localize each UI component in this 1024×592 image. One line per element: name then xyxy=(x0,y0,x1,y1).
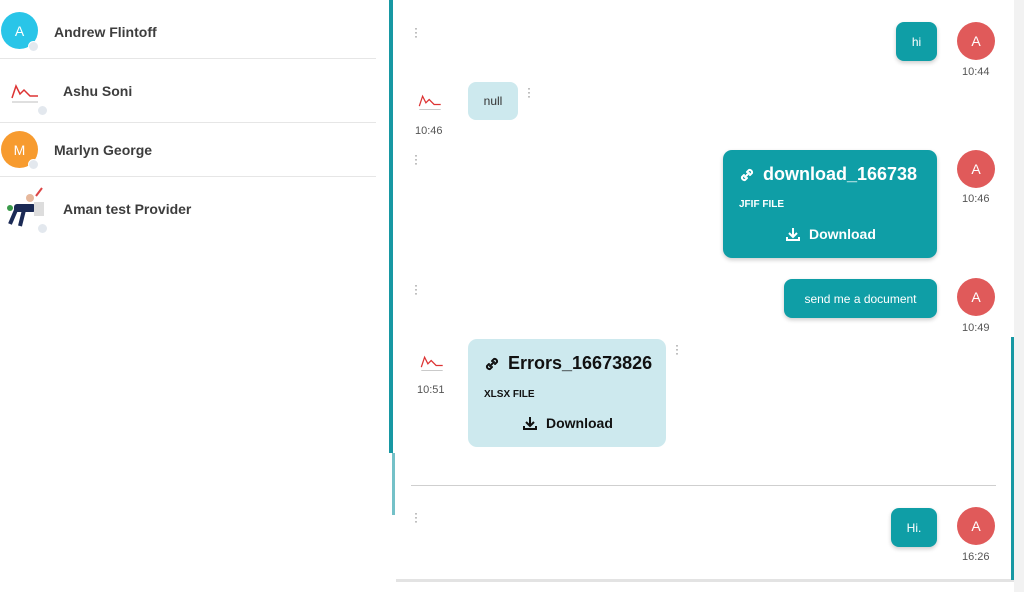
outgoing-message-bubble: Hi. xyxy=(891,508,937,547)
message-menu-icon[interactable]: · · · xyxy=(413,22,419,42)
link-icon xyxy=(740,168,754,181)
contact-avatar-chart-icon xyxy=(418,94,441,110)
message-menu-icon[interactable]: · · · xyxy=(674,339,680,359)
file-type-label: JFIF FILE xyxy=(739,199,784,210)
sender-avatar: A xyxy=(957,278,995,316)
download-button[interactable]: Download xyxy=(522,415,613,431)
status-dot xyxy=(37,223,48,234)
incoming-message-bubble: null xyxy=(468,82,518,120)
panel-divider xyxy=(389,0,393,453)
contact-name: Marlyn George xyxy=(54,142,153,158)
contact-name: Andrew Flintoff xyxy=(54,24,157,40)
contact-name: Ashu Soni xyxy=(63,83,133,99)
file-type-label: XLSX FILE xyxy=(484,389,535,400)
message-time: 10:46 xyxy=(962,193,990,205)
panel-divider-lower xyxy=(392,453,395,515)
download-label: Download xyxy=(809,226,876,242)
contact-avatar-chart-icon xyxy=(420,355,443,371)
contact-name: Aman test Provider xyxy=(63,201,192,217)
download-button[interactable]: Download xyxy=(785,226,876,242)
contact-item-aman-test-provider[interactable]: Aman test Provider xyxy=(0,176,376,238)
contact-item-andrew-flintoff[interactable]: A Andrew Flintoff xyxy=(0,0,376,59)
link-icon xyxy=(485,357,499,370)
contact-item-ashu-soni[interactable]: Ashu Soni xyxy=(0,58,376,123)
file-title: Errors_16673826 xyxy=(484,353,652,374)
message-menu-icon[interactable]: · · · xyxy=(413,507,419,527)
message-time: 16:26 xyxy=(962,551,990,563)
contacts-sidebar: A Andrew Flintoff Ashu Soni M Marlyn Geo… xyxy=(0,0,390,592)
message-menu-icon[interactable]: · · · xyxy=(526,82,532,102)
message-time: 10:51 xyxy=(417,384,445,396)
file-name: download_166738 xyxy=(763,164,918,184)
chart-thumbnail-icon xyxy=(11,84,38,103)
sender-avatar: A xyxy=(957,150,995,188)
download-label: Download xyxy=(546,415,613,431)
message-menu-icon[interactable]: · · · xyxy=(413,149,419,169)
status-dot xyxy=(37,105,48,116)
sender-avatar: A xyxy=(957,22,995,60)
contact-item-marlyn-george[interactable]: M Marlyn George xyxy=(0,122,376,177)
status-dot xyxy=(28,41,39,52)
message-time: 10:44 xyxy=(962,66,990,78)
page-edge xyxy=(1014,0,1024,592)
outgoing-message-bubble: send me a document xyxy=(784,279,937,318)
chat-scrollbar[interactable] xyxy=(1011,337,1014,580)
message-menu-icon[interactable]: · · · xyxy=(413,279,419,299)
message-time: 10:46 xyxy=(415,125,443,137)
message-time: 10:49 xyxy=(962,322,990,334)
incoming-file-card: Errors_16673826 XLSX FILE Download xyxy=(468,339,666,447)
chat-separator xyxy=(411,485,996,486)
outgoing-file-card: download_166738 JFIF FILE Download xyxy=(723,150,937,258)
outgoing-message-bubble: hi xyxy=(896,22,937,61)
status-dot xyxy=(28,159,39,170)
chat-panel-bottom xyxy=(396,579,1016,582)
download-icon xyxy=(786,228,800,241)
file-title: download_166738 xyxy=(739,164,917,185)
download-icon xyxy=(523,417,537,430)
file-name: Errors_16673826 xyxy=(508,353,653,373)
sender-avatar: A xyxy=(957,507,995,545)
